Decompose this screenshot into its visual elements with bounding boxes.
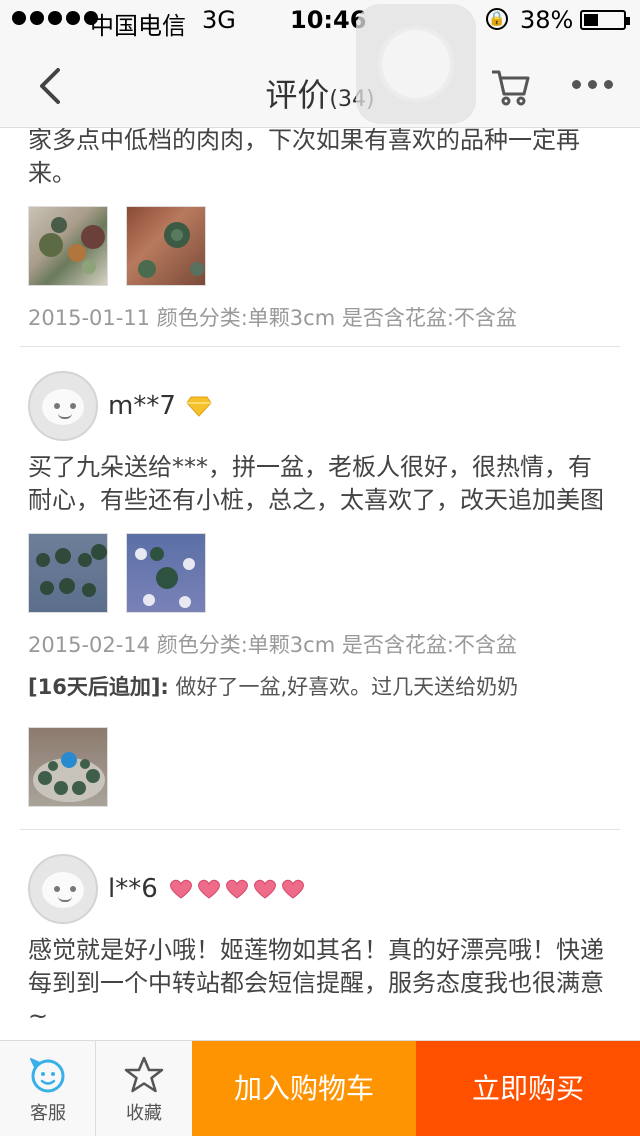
battery-icon — [580, 10, 630, 30]
avatar — [28, 854, 98, 924]
review-item: m**7 买了九朵送给***，拼一盆，老板人很好，很热情，有耐心，有些还有小桩，… — [0, 371, 640, 807]
buy-now-button[interactable]: 立即购买 — [416, 1041, 640, 1136]
review-photo[interactable] — [28, 206, 108, 286]
review-list[interactable]: 家多点中低档的肉肉，下次如果有喜欢的品种一定再来。 2015-01-11 颜色分… — [0, 128, 640, 1040]
review-text: 感觉就是好小哦！姬莲物如其名！真的好漂亮哦！快递每到到一个中转站都会短信提醒，服… — [28, 936, 604, 1030]
bottom-action-bar: 客服 收藏 加入购物车 立即购买 — [0, 1040, 640, 1136]
page-title-text: 评价 — [265, 76, 330, 114]
customer-service-icon — [30, 1058, 65, 1093]
username: l**6 — [108, 874, 158, 904]
heart-icon — [253, 879, 276, 899]
appended-review-text: 做好了一盆,好喜欢。过几天送给奶奶 — [168, 675, 519, 699]
page-title: 评价(34) — [0, 70, 640, 116]
review-user: m**7 — [28, 371, 612, 441]
appended-review: [16天后追加]: 做好了一盆,好喜欢。过几天送给奶奶 — [28, 671, 612, 701]
review-user: l**6 — [28, 854, 612, 924]
star-icon — [124, 1056, 164, 1093]
review-photo[interactable] — [126, 533, 206, 613]
add-to-cart-button[interactable]: 加入购物车 — [192, 1041, 416, 1136]
review-photo[interactable] — [126, 206, 206, 286]
heart-level-badge — [168, 878, 306, 900]
favorite-button[interactable]: 收藏 — [96, 1041, 192, 1136]
review-photo[interactable] — [28, 533, 108, 613]
heart-icon — [225, 879, 248, 899]
assistive-touch-button[interactable] — [356, 4, 476, 124]
heart-icon — [281, 879, 304, 899]
review-item: l**6 感觉就是好小哦！姬莲物如其名！真的好漂亮哦！快递每到到一个中转站都会短… — [0, 854, 640, 1033]
avatar — [28, 371, 98, 441]
diamond-icon — [186, 396, 212, 417]
heart-icon — [197, 879, 220, 899]
customer-service-button[interactable]: 客服 — [0, 1041, 96, 1136]
divider — [20, 346, 620, 347]
review-text: 买了九朵送给***，拼一盆，老板人很好，很热情，有耐心，有些还有小桩，总之，太喜… — [28, 453, 604, 514]
review-meta: 2015-01-11 颜色分类:单颗3cm 是否含花盆:不含盆 — [28, 306, 517, 330]
network-type: 3G — [202, 6, 236, 34]
heart-icon — [169, 879, 192, 899]
clock: 10:46 — [290, 6, 367, 34]
review-meta: 2015-02-14 颜色分类:单颗3cm 是否含花盆:不含盆 — [28, 633, 517, 657]
carrier-name: 中国电信 — [90, 12, 186, 40]
nav-bar: 评价(34) — [0, 40, 640, 128]
divider — [20, 829, 620, 830]
review-photo[interactable] — [28, 727, 108, 807]
review-photos — [28, 206, 612, 286]
review-item: 家多点中低档的肉肉，下次如果有喜欢的品种一定再来。 2015-01-11 颜色分… — [0, 128, 640, 332]
customer-service-label: 客服 — [30, 1103, 66, 1124]
appended-review-photos — [28, 727, 612, 807]
appended-review-tag: [16天后追加]: — [28, 675, 169, 699]
review-text: 家多点中低档的肉肉，下次如果有喜欢的品种一定再来。 — [28, 128, 580, 187]
favorite-label: 收藏 — [126, 1103, 162, 1124]
battery-percent: 38% — [520, 6, 574, 34]
review-photos — [28, 533, 612, 613]
more-options-icon[interactable] — [572, 80, 613, 89]
cart-icon[interactable] — [490, 66, 532, 108]
username: m**7 — [108, 391, 176, 421]
status-bar: 中国电信 3G 10:46 🔒 38% — [0, 0, 640, 40]
orientation-lock-icon: 🔒 — [486, 8, 508, 30]
signal-strength-icon — [12, 11, 98, 25]
